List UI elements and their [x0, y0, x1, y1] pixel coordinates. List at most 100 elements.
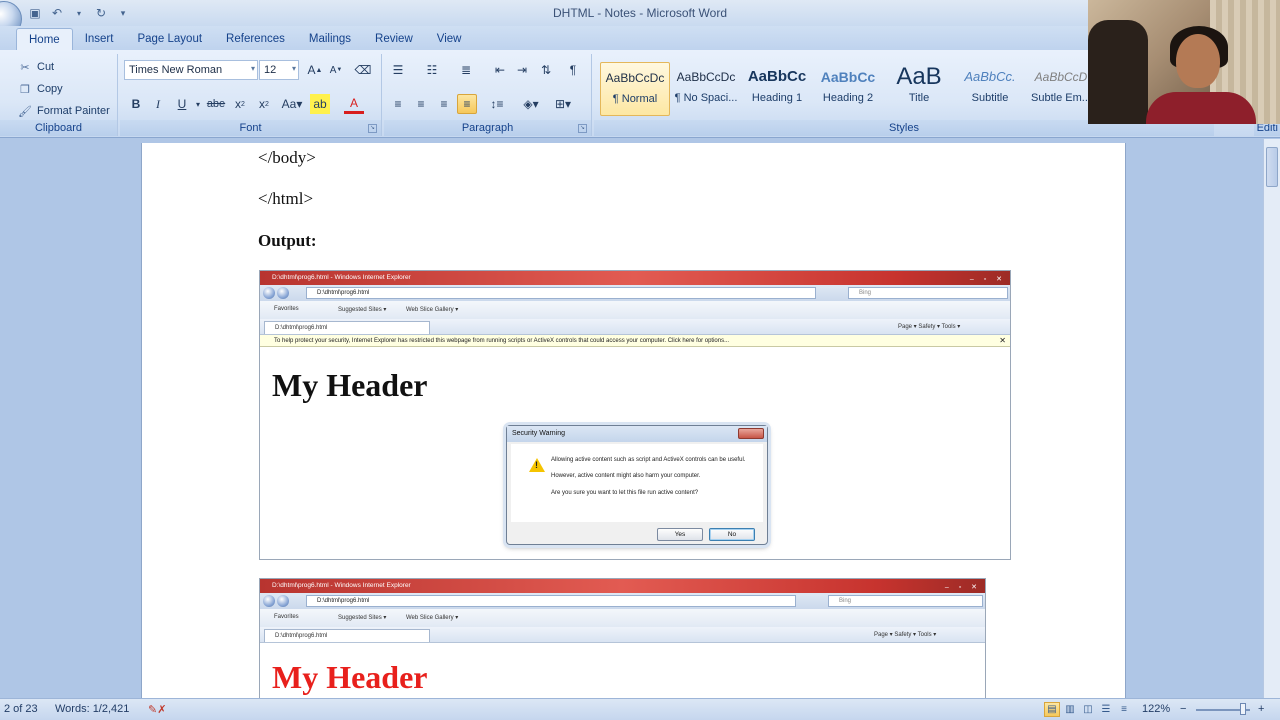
chevron-down-icon: ▾: [250, 64, 255, 73]
zoom-out-button[interactable]: −: [1180, 703, 1186, 715]
close-icon: ✕: [999, 336, 1006, 345]
dialog-no-button: No: [709, 528, 755, 541]
clipboard-group-label: Clipboard: [0, 120, 117, 136]
font-group-label: Font: [120, 120, 381, 136]
borders-icon[interactable]: ⊞▾: [550, 94, 576, 114]
align-right-icon[interactable]: ≡: [434, 94, 454, 114]
ie-tab-row: D:\dhtml\prog6.html Page ▾ Safety ▾ Tool…: [260, 627, 985, 643]
vertical-scrollbar[interactable]: [1263, 139, 1280, 698]
decrease-indent-icon[interactable]: ⇤: [490, 60, 510, 80]
show-formatting-marks-icon[interactable]: ¶: [563, 60, 583, 80]
font-size-value: 12: [264, 64, 277, 76]
back-forward-icon: [263, 595, 293, 607]
cut-button[interactable]: ✂ Cut: [18, 57, 54, 77]
strikethrough-icon[interactable]: abe: [206, 94, 226, 114]
tab-references[interactable]: References: [214, 28, 297, 50]
style-sample: AaBbCc: [747, 68, 807, 85]
format-painter-button[interactable]: 🖌 Format Painter: [18, 101, 110, 121]
font-dialog-launcher-icon[interactable]: ↘: [368, 124, 377, 133]
ie-tab: D:\dhtml\prog6.html: [264, 321, 430, 334]
paragraph-group: ☰ ☷ ≣ ⇤ ⇥ ⇅ ¶ ≡ ≡ ≡ ≡ ↕≡ ◈▾ ⊞▾ Paragraph…: [384, 54, 592, 136]
ie-title-bar: D:\dhtml\prog6.html - Windows Internet E…: [260, 271, 1010, 285]
style-sample: AaBbCcDc: [605, 71, 665, 85]
ie-screenshot-2[interactable]: D:\dhtml\prog6.html - Windows Internet E…: [259, 578, 986, 698]
status-bar: 2 of 23 Words: 1/2,421 ✎✗ ▤ ▥ ◫ ☰ ≡ 122%…: [0, 698, 1280, 720]
style-subtle-emphasis[interactable]: AaBbCcD Subtle Em...: [1026, 62, 1096, 116]
clear-formatting-icon[interactable]: ⌫: [353, 60, 373, 80]
document-page[interactable]: </body> </html> Output: D:\dhtml\prog6.h…: [141, 143, 1126, 698]
font-color-icon[interactable]: A: [344, 94, 364, 114]
justify-icon[interactable]: ≡: [457, 94, 477, 114]
subscript-icon[interactable]: x2: [230, 94, 250, 114]
align-center-icon[interactable]: ≡: [411, 94, 431, 114]
ie-favorites-bar: Favorites Suggested Sites ▾ Web Slice Ga…: [260, 301, 1010, 319]
ie-tab-row: D:\dhtml\prog6.html Page ▾ Safety ▾ Tool…: [260, 319, 1010, 335]
page-count[interactable]: 2 of 23: [4, 703, 38, 715]
proofing-icon[interactable]: ✎✗: [148, 703, 166, 716]
paragraph-dialog-launcher-icon[interactable]: ↘: [578, 124, 587, 133]
grow-font-icon[interactable]: A ▲: [305, 60, 325, 80]
outline-icon[interactable]: ☰: [1098, 702, 1114, 717]
style-name: ¶ No Spaci...: [674, 92, 738, 104]
bullets-icon[interactable]: ☰: [388, 60, 408, 80]
tab-review[interactable]: Review: [363, 28, 425, 50]
dialog-line-1: Allowing active content such as script a…: [551, 457, 746, 463]
italic-icon[interactable]: I: [148, 94, 168, 114]
style-name: Heading 2: [822, 92, 874, 104]
dialog-body: ! Allowing active content such as script…: [511, 444, 763, 522]
zoom-slider-thumb[interactable]: [1240, 703, 1246, 715]
multilevel-list-icon[interactable]: ≣: [456, 60, 476, 80]
chevron-down-icon[interactable]: ▾: [188, 94, 208, 114]
ie-tab: D:\dhtml\prog6.html: [264, 629, 430, 642]
line-spacing-icon[interactable]: ↕≡: [484, 94, 510, 114]
font-family-value: Times New Roman: [129, 64, 223, 76]
font-family-select[interactable]: Times New Roman ▾: [124, 60, 258, 80]
style-sample: AaBbCc: [820, 69, 876, 85]
numbering-icon[interactable]: ☷: [422, 60, 442, 80]
ie-address-bar: D:\dhtml\prog6.html Bing: [260, 593, 985, 609]
dialog-line-2: However, active content might also harm …: [551, 473, 701, 479]
increase-indent-icon[interactable]: ⇥: [512, 60, 532, 80]
style-name: Title: [908, 92, 930, 104]
ie-screenshot-1[interactable]: D:\dhtml\prog6.html - Windows Internet E…: [259, 270, 1011, 560]
sort-icon[interactable]: ⇅: [536, 60, 556, 80]
style-subtitle[interactable]: AaBbCc. Subtitle: [955, 62, 1025, 116]
zoom-in-button[interactable]: +: [1258, 703, 1264, 715]
tab-page-layout[interactable]: Page Layout: [125, 28, 214, 50]
bold-icon[interactable]: B: [126, 94, 146, 114]
style-heading-2[interactable]: AaBbCc Heading 2: [813, 62, 883, 116]
shading-icon[interactable]: ◈▾: [518, 94, 544, 114]
document-workspace[interactable]: </body> </html> Output: D:\dhtml\prog6.h…: [0, 139, 1280, 698]
print-layout-icon[interactable]: ▤: [1044, 702, 1060, 717]
style-title[interactable]: AaB Title: [884, 62, 954, 116]
tab-view[interactable]: View: [425, 28, 474, 50]
shrink-font-icon[interactable]: A ▼: [326, 60, 346, 80]
scissors-icon: ✂: [20, 61, 30, 74]
favorites-link: Favorites: [274, 306, 299, 312]
change-case-icon[interactable]: Aa▾: [279, 94, 305, 114]
scrollbar-thumb[interactable]: [1266, 147, 1278, 187]
tab-insert[interactable]: Insert: [73, 28, 126, 50]
full-screen-reading-icon[interactable]: ▥: [1062, 702, 1078, 717]
my-header-text: My Header: [272, 367, 428, 403]
suggested-sites-link: Suggested Sites ▾: [338, 307, 387, 313]
web-layout-icon[interactable]: ◫: [1080, 702, 1096, 717]
zoom-level[interactable]: 122%: [1142, 703, 1170, 715]
tab-home[interactable]: Home: [16, 28, 73, 50]
copy-button[interactable]: ❐ Copy: [18, 79, 63, 99]
style-normal[interactable]: AaBbCcDc ¶ Normal: [600, 62, 670, 116]
style-heading-1[interactable]: AaBbCc Heading 1: [742, 62, 812, 116]
superscript-icon[interactable]: x2: [254, 94, 274, 114]
font-size-select[interactable]: 12 ▾: [259, 60, 299, 80]
tab-mailings[interactable]: Mailings: [297, 28, 363, 50]
dialog-title-bar: Security Warning: [507, 426, 767, 442]
align-left-icon[interactable]: ≡: [388, 94, 408, 114]
ie-search-field: Bing: [828, 595, 983, 607]
highlight-icon[interactable]: ab: [310, 94, 330, 114]
copy-label: Copy: [37, 83, 63, 95]
webcam-overlay: [1088, 0, 1280, 124]
html-close-tag-line: </html>: [258, 189, 314, 208]
word-count[interactable]: Words: 1/2,421: [55, 703, 129, 715]
draft-icon[interactable]: ≡: [1116, 702, 1132, 717]
style-no-spacing[interactable]: AaBbCcDc ¶ No Spaci...: [671, 62, 741, 116]
